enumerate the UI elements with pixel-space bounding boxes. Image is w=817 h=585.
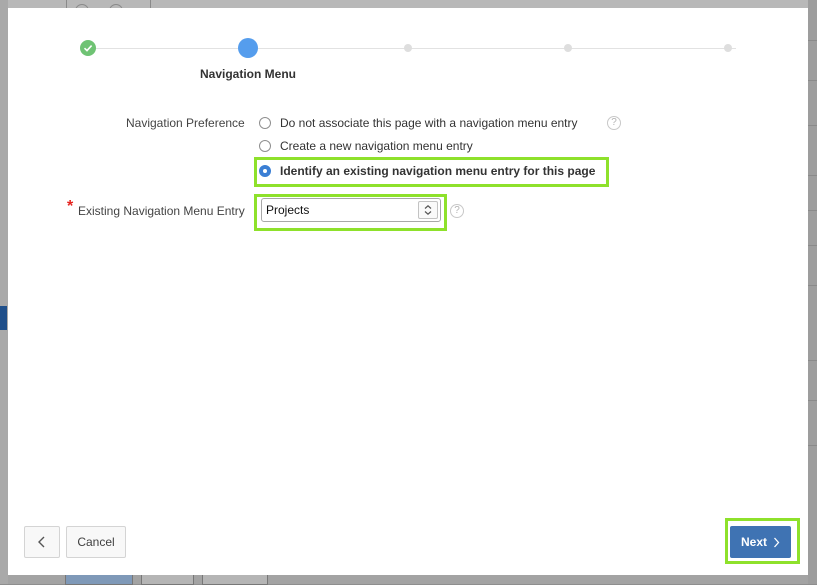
- radio-do-not-associate[interactable]: Do not associate this page with a naviga…: [259, 113, 578, 133]
- select-value: Projects: [266, 203, 310, 217]
- wizard-step-completed: [80, 40, 96, 56]
- required-asterisk: *: [67, 198, 74, 215]
- background-row: [808, 125, 817, 166]
- cancel-button[interactable]: Cancel: [66, 526, 126, 558]
- next-button[interactable]: Next: [730, 526, 791, 558]
- existing-entry-label: Existing Navigation Menu Entry: [78, 204, 245, 218]
- background-row: [808, 445, 817, 476]
- background-row: [808, 175, 817, 206]
- help-icon[interactable]: ?: [607, 116, 621, 130]
- background-row: [808, 210, 817, 241]
- background-bottom-bar: [8, 575, 808, 585]
- background-right-panel: [808, 0, 817, 584]
- wizard-step-pending: [724, 44, 732, 52]
- background-row: [808, 360, 817, 391]
- radio-identify-existing-entry[interactable]: Identify an existing navigation menu ent…: [259, 161, 595, 181]
- background-row: [808, 40, 817, 65]
- select-arrows-icon[interactable]: [418, 201, 438, 219]
- wizard-step-pending: [564, 44, 572, 52]
- radio-label: Do not associate this page with a naviga…: [280, 116, 578, 130]
- radio-label: Identify an existing navigation menu ent…: [280, 164, 596, 178]
- wizard-progress: Navigation Menu: [8, 8, 808, 98]
- background-left-panel: [0, 0, 8, 584]
- existing-entry-select[interactable]: Projects: [261, 198, 441, 222]
- wizard-progress-line: [96, 48, 736, 49]
- background-row: [808, 400, 817, 441]
- cancel-button-label: Cancel: [77, 535, 115, 549]
- radio-label: Create a new navigation menu entry: [280, 139, 473, 153]
- radio-create-new-entry[interactable]: Create a new navigation menu entry: [259, 136, 473, 156]
- next-button-label: Next: [740, 535, 767, 549]
- wizard-step-pending: [404, 44, 412, 52]
- check-icon: [83, 45, 93, 52]
- wizard-current-step-label: Navigation Menu: [199, 67, 296, 81]
- create-page-wizard-dialog: Navigation Menu Navigation Preference Do…: [8, 8, 808, 575]
- background-row: [808, 245, 817, 276]
- background-row: [808, 80, 817, 117]
- background-selected-item: [0, 306, 7, 330]
- radio-button[interactable]: [259, 117, 271, 129]
- help-icon[interactable]: ?: [450, 204, 464, 218]
- radio-button-selected[interactable]: [259, 165, 271, 177]
- previous-button[interactable]: [24, 526, 60, 558]
- navigation-preference-label: Navigation Preference: [126, 116, 245, 130]
- background-row: [808, 285, 817, 331]
- chevron-right-icon: [774, 537, 780, 547]
- wizard-step-current: [238, 38, 258, 58]
- chevron-left-icon: [38, 536, 45, 548]
- radio-button[interactable]: [259, 140, 271, 152]
